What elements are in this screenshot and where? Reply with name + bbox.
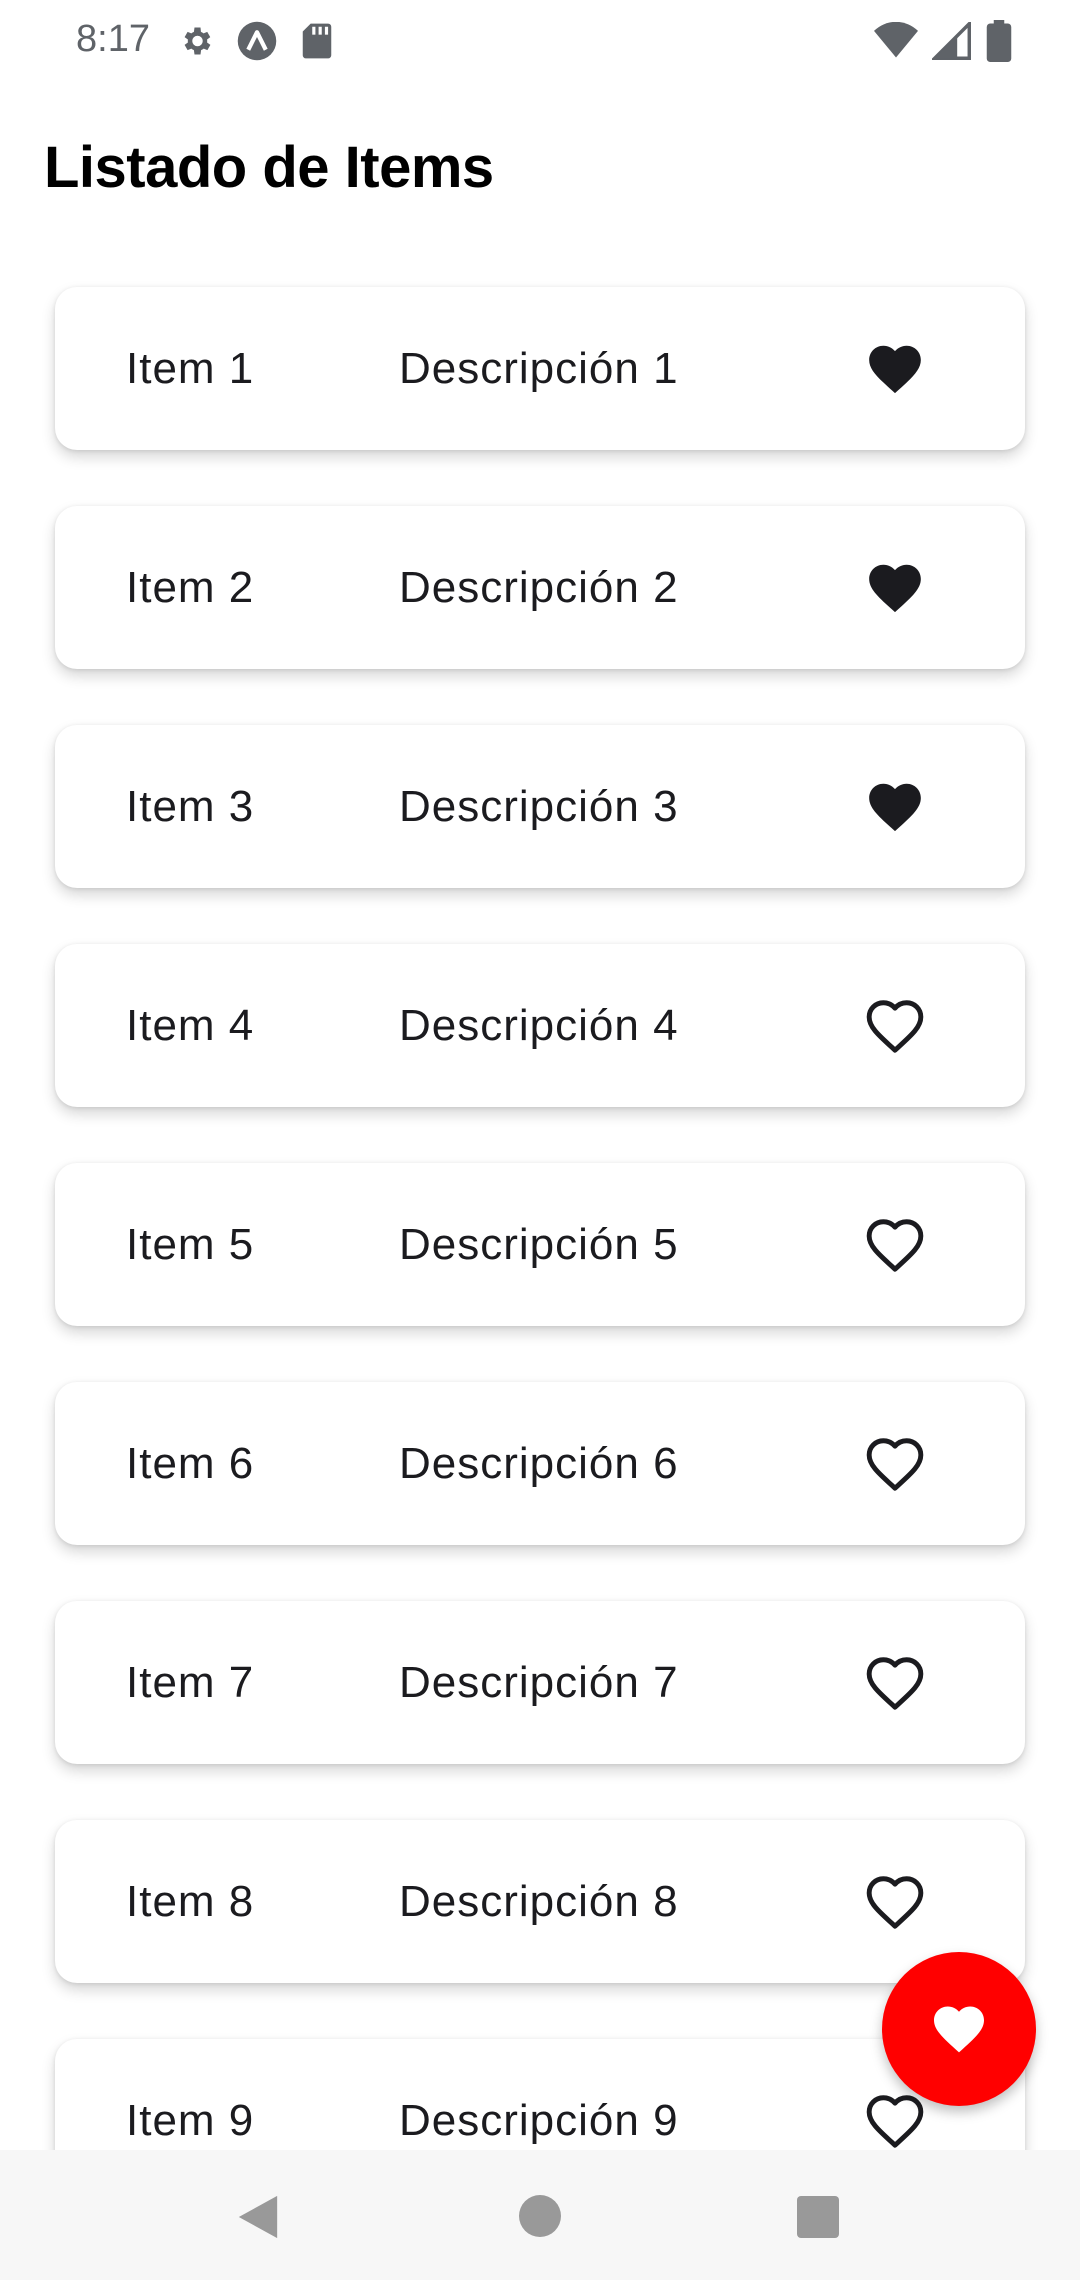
item-description: Descripción 6: [399, 1438, 679, 1488]
favorite-toggle-button[interactable]: [855, 1424, 935, 1504]
item-description: Descripción 9: [399, 2095, 679, 2145]
list-item[interactable]: Item 3 Descripción 3: [55, 725, 1025, 888]
item-name: Item 5: [126, 1219, 255, 1269]
list-item[interactable]: Item 4 Descripción 4: [55, 944, 1025, 1107]
heart-outline-icon: [866, 1218, 924, 1272]
favorites-fab[interactable]: [882, 1952, 1036, 2106]
favorite-toggle-button[interactable]: [855, 1862, 935, 1942]
cellular-signal-icon: [932, 22, 971, 60]
item-description: Descripción 8: [399, 1876, 679, 1926]
list-item[interactable]: Item 1 Descripción 1: [55, 287, 1025, 450]
item-description: Descripción 3: [399, 781, 679, 831]
item-name: Item 7: [126, 1657, 255, 1707]
item-name: Item 4: [126, 1000, 255, 1050]
wifi-icon: [874, 22, 918, 58]
app-screen: 8:17 Listado de Items Item 1 Descripción…: [0, 0, 1080, 2280]
heart-icon: [934, 2006, 984, 2053]
list-item[interactable]: Item 9 Descripción 9: [55, 2039, 1025, 2150]
favorite-toggle-button[interactable]: [855, 548, 935, 628]
back-triangle-icon[interactable]: [236, 2194, 280, 2240]
list-item[interactable]: Item 7 Descripción 7: [55, 1601, 1025, 1764]
item-name: Item 2: [126, 562, 255, 612]
page-title: Listado de Items: [44, 135, 494, 200]
status-icons-right: [874, 20, 1012, 62]
status-icons-left: [178, 20, 334, 62]
heart-filled-icon: [869, 783, 921, 831]
item-description: Descripción 7: [399, 1657, 679, 1707]
favorite-toggle-button[interactable]: [855, 1205, 935, 1285]
item-name: Item 6: [126, 1438, 255, 1488]
status-bar: 8:17: [0, 0, 1080, 88]
favorite-toggle-button[interactable]: [855, 767, 935, 847]
item-name: Item 3: [126, 781, 255, 831]
sd-card-icon: [302, 23, 332, 59]
favorite-toggle-button[interactable]: [855, 986, 935, 1066]
heart-filled-icon: [869, 564, 921, 612]
heart-outline-icon: [866, 1656, 924, 1710]
gear-icon: [184, 27, 211, 55]
list-item[interactable]: Item 8 Descripción 8: [55, 1820, 1025, 1983]
heart-outline-icon: [866, 999, 924, 1053]
item-name: Item 9: [126, 2095, 255, 2145]
heart-outline-icon: [866, 1875, 924, 1929]
item-name: Item 8: [126, 1876, 255, 1926]
item-description: Descripción 4: [399, 1000, 679, 1050]
heart-outline-icon: [866, 2094, 924, 2148]
recents-square-icon[interactable]: [797, 2196, 839, 2238]
home-circle-icon[interactable]: [519, 2195, 561, 2237]
list-item[interactable]: Item 2 Descripción 2: [55, 506, 1025, 669]
heart-outline-icon: [866, 1437, 924, 1491]
favorite-toggle-button[interactable]: [855, 1643, 935, 1723]
status-time: 8:17: [76, 18, 150, 60]
item-name: Item 1: [126, 343, 255, 393]
battery-icon: [986, 20, 1012, 62]
list-item[interactable]: Item 6 Descripción 6: [55, 1382, 1025, 1545]
item-description: Descripción 5: [399, 1219, 679, 1269]
favorite-toggle-button[interactable]: [855, 329, 935, 409]
heart-filled-icon: [869, 345, 921, 393]
item-description: Descripción 1: [399, 343, 679, 393]
navigation-bar: [0, 2150, 1080, 2280]
items-list[interactable]: Item 1 Descripción 1 Item 2 Descripción 2 It…: [0, 250, 1080, 2150]
lambda-icon: [237, 21, 277, 61]
item-description: Descripción 2: [399, 562, 679, 612]
list-item[interactable]: Item 5 Descripción 5: [55, 1163, 1025, 1326]
